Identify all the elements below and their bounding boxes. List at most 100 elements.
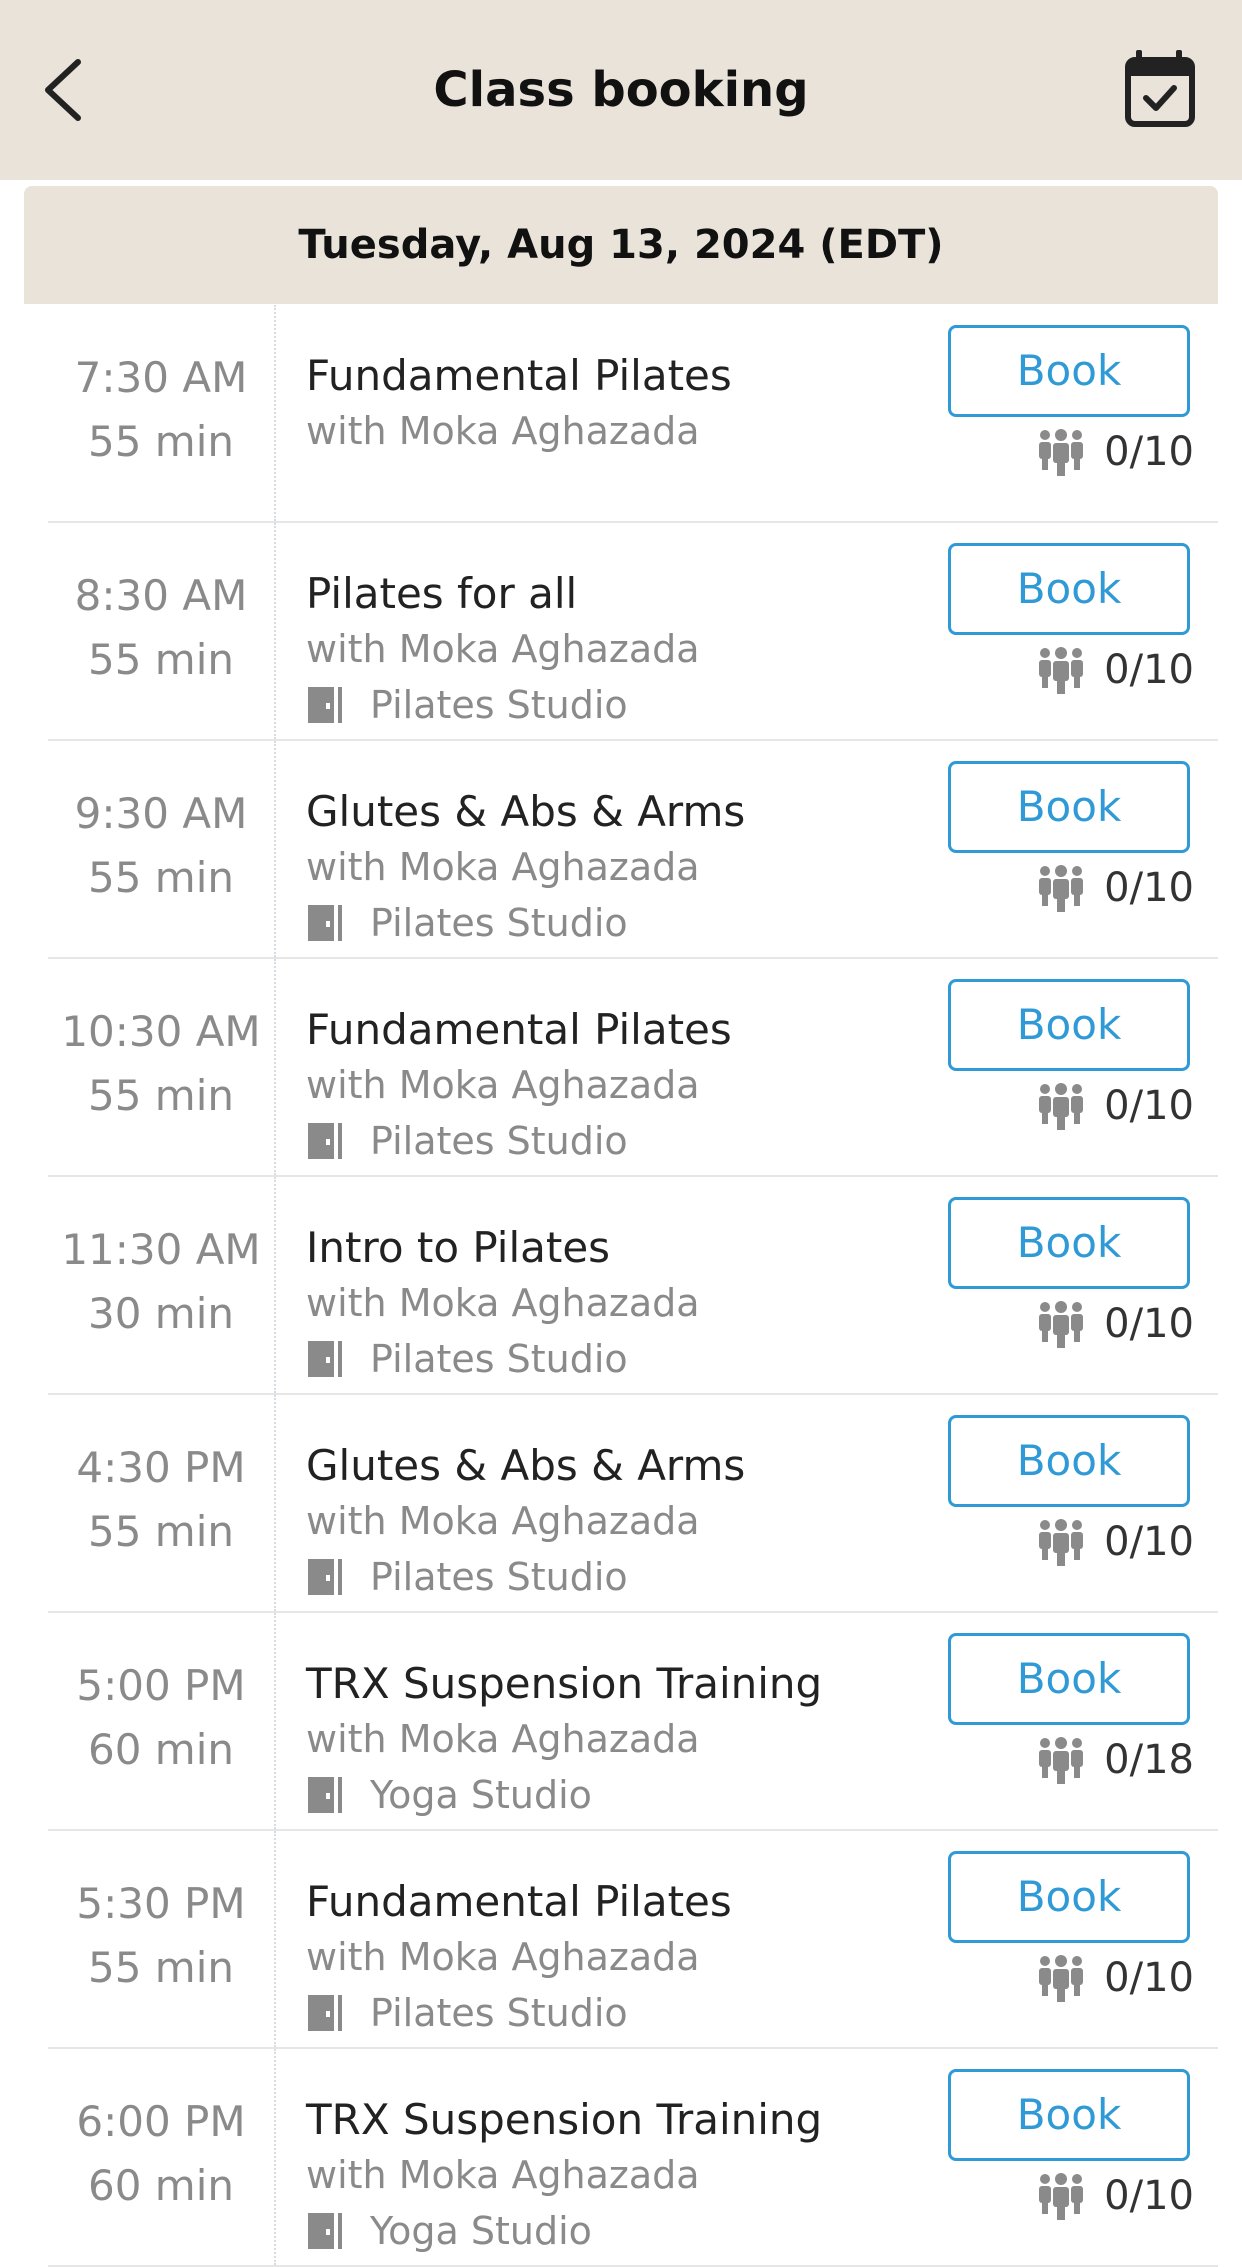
- instructor-name: with Moka Aghazada: [306, 409, 700, 453]
- capacity: 0/10: [1036, 1081, 1194, 1131]
- location-label: Yoga Studio: [370, 2209, 592, 2253]
- class-info: Pilates for all with Moka Aghazada Pilat…: [306, 567, 700, 733]
- class-list: 7:30 AM 55 min Fundamental Pilates with …: [48, 305, 1218, 2267]
- instructor-name: with Moka Aghazada: [306, 1281, 700, 1325]
- location-label: Pilates Studio: [370, 683, 628, 727]
- location-label: Pilates Studio: [370, 1991, 628, 2035]
- capacity: 0/10: [1036, 427, 1194, 477]
- class-name: Fundamental Pilates: [306, 1005, 732, 1054]
- class-name: Intro to Pilates: [306, 1223, 611, 1272]
- class-duration: 55 min: [88, 1507, 234, 1556]
- class-time: 11:30 AM: [61, 1225, 261, 1274]
- book-button[interactable]: Book: [948, 1197, 1190, 1289]
- capacity-count: 0/10: [1104, 1519, 1194, 1565]
- class-info: TRX Suspension Training with Moka Aghaza…: [306, 2093, 822, 2259]
- door-icon: [308, 1777, 342, 1813]
- class-name: Fundamental Pilates: [306, 1877, 732, 1926]
- book-button[interactable]: Book: [948, 761, 1190, 853]
- capacity-count: 0/18: [1104, 1737, 1194, 1783]
- door-icon: [308, 2213, 342, 2249]
- door-icon: [308, 1995, 342, 2031]
- location: Pilates Studio: [306, 1331, 700, 1387]
- people-icon: [1039, 1519, 1084, 1566]
- capacity-count: 0/10: [1104, 2173, 1194, 2219]
- capacity-count: 0/10: [1104, 1083, 1194, 1129]
- location-label: Yoga Studio: [370, 1773, 592, 1817]
- instructor-name: with Moka Aghazada: [306, 1063, 700, 1107]
- date-header: Tuesday, Aug 13, 2024 (EDT): [24, 186, 1218, 304]
- capacity: 0/10: [1036, 863, 1194, 913]
- class-info: Intro to Pilates with Moka Aghazada Pila…: [306, 1221, 700, 1387]
- door-icon: [308, 1123, 342, 1159]
- time-column: 5:00 PM 60 min: [48, 1613, 276, 1829]
- instructor-name: with Moka Aghazada: [306, 2153, 700, 2197]
- instructor-name: with Moka Aghazada: [306, 845, 700, 889]
- book-button[interactable]: Book: [948, 1415, 1190, 1507]
- class-duration: 55 min: [88, 635, 234, 684]
- class-name: Glutes & Abs & Arms: [306, 1441, 746, 1490]
- location-label: Pilates Studio: [370, 1555, 628, 1599]
- app-header: Class booking: [0, 0, 1242, 180]
- time-column: 5:30 PM 55 min: [48, 1831, 276, 2047]
- location: Pilates Studio: [306, 895, 745, 951]
- class-info: Glutes & Abs & Arms with Moka Aghazada P…: [306, 1439, 745, 1605]
- class-time: 5:00 PM: [76, 1661, 246, 1710]
- class-time: 8:30 AM: [74, 571, 248, 620]
- book-button[interactable]: Book: [948, 325, 1190, 417]
- people-icon: [1039, 1737, 1084, 1784]
- class-duration: 55 min: [88, 417, 234, 466]
- location: Yoga Studio: [306, 2203, 822, 2259]
- door-icon: [308, 905, 342, 941]
- door-icon: [308, 687, 342, 723]
- class-time: 10:30 AM: [61, 1007, 261, 1056]
- capacity-count: 0/10: [1104, 429, 1194, 475]
- time-column: 9:30 AM 55 min: [48, 741, 276, 957]
- book-button[interactable]: Book: [948, 1633, 1190, 1725]
- class-duration: 30 min: [88, 1289, 234, 1338]
- capacity-count: 0/10: [1104, 647, 1194, 693]
- location: Yoga Studio: [306, 1767, 822, 1823]
- people-icon: [1039, 429, 1084, 476]
- class-row: 8:30 AM 55 min Pilates for all with Moka…: [48, 523, 1218, 741]
- book-button[interactable]: Book: [948, 979, 1190, 1071]
- book-button[interactable]: Book: [948, 2069, 1190, 2161]
- location: Pilates Studio: [306, 677, 700, 733]
- time-column: 10:30 AM 55 min: [48, 959, 276, 1175]
- class-time: 5:30 PM: [76, 1879, 246, 1928]
- capacity-count: 0/10: [1104, 1301, 1194, 1347]
- class-row: 11:30 AM 30 min Intro to Pilates with Mo…: [48, 1177, 1218, 1395]
- class-info: Glutes & Abs & Arms with Moka Aghazada P…: [306, 785, 745, 951]
- class-time: 4:30 PM: [76, 1443, 246, 1492]
- calendar-check-icon: [1125, 50, 1195, 127]
- calendar-button[interactable]: [1122, 48, 1198, 128]
- time-column: 8:30 AM 55 min: [48, 523, 276, 739]
- class-row: 9:30 AM 55 min Glutes & Abs & Arms with …: [48, 741, 1218, 959]
- class-row: 5:30 PM 55 min Fundamental Pilates with …: [48, 1831, 1218, 2049]
- class-row: 10:30 AM 55 min Fundamental Pilates with…: [48, 959, 1218, 1177]
- capacity-count: 0/10: [1104, 865, 1194, 911]
- class-name: Pilates for all: [306, 569, 578, 618]
- people-icon: [1039, 1301, 1084, 1348]
- class-row: 5:00 PM 60 min TRX Suspension Training w…: [48, 1613, 1218, 1831]
- class-name: TRX Suspension Training: [306, 1659, 823, 1708]
- book-button[interactable]: Book: [948, 543, 1190, 635]
- time-column: 4:30 PM 55 min: [48, 1395, 276, 1611]
- instructor-name: with Moka Aghazada: [306, 627, 700, 671]
- door-icon: [308, 1559, 342, 1595]
- class-time: 7:30 AM: [74, 353, 248, 402]
- class-info: TRX Suspension Training with Moka Aghaza…: [306, 1657, 822, 1823]
- location-label: Pilates Studio: [370, 901, 628, 945]
- people-icon: [1039, 2173, 1084, 2220]
- location: Pilates Studio: [306, 1985, 732, 2041]
- capacity-count: 0/10: [1104, 1955, 1194, 2001]
- class-duration: 60 min: [88, 1725, 234, 1774]
- people-icon: [1039, 647, 1084, 694]
- class-name: TRX Suspension Training: [306, 2095, 823, 2144]
- book-button[interactable]: Book: [948, 1851, 1190, 1943]
- people-icon: [1039, 865, 1084, 912]
- class-time: 9:30 AM: [74, 789, 248, 838]
- time-column: 7:30 AM 55 min: [48, 305, 276, 521]
- location-label: Pilates Studio: [370, 1337, 628, 1381]
- time-column: 6:00 PM 60 min: [48, 2049, 276, 2265]
- class-time: 6:00 PM: [76, 2097, 246, 2146]
